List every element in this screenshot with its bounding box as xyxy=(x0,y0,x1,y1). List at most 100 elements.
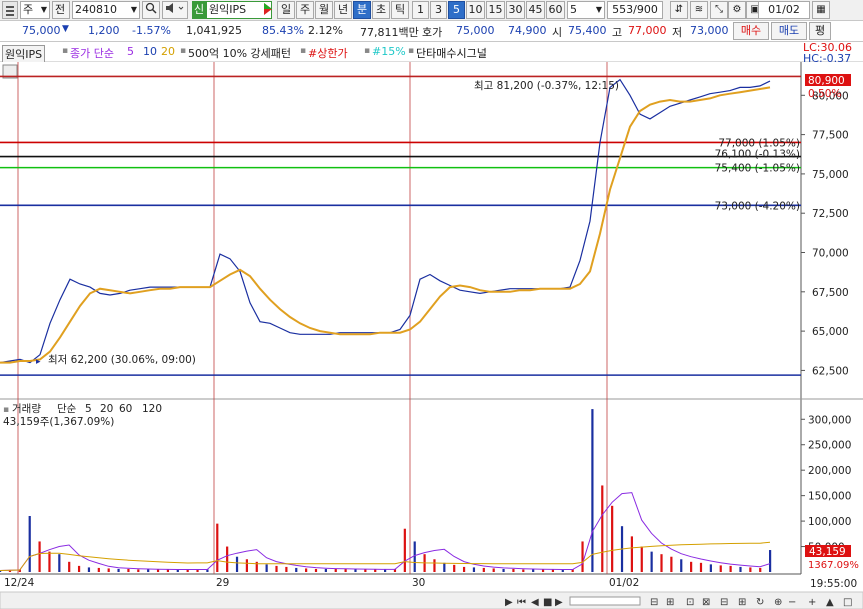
interval-select[interactable]: 5 ▼ xyxy=(567,1,605,19)
legend-square-icon: ▪ xyxy=(300,46,307,56)
volume-bar xyxy=(374,569,377,572)
search-icon[interactable] xyxy=(142,1,160,19)
volume-bar xyxy=(344,568,347,572)
period-tab-5[interactable]: 초 xyxy=(372,1,390,19)
legend-stock-name[interactable]: 원익IPS xyxy=(2,45,46,63)
sell-button[interactable]: 매도 xyxy=(771,22,807,40)
period-tab-0[interactable]: 일 xyxy=(277,1,295,19)
refresh-icon[interactable]: ⊕ xyxy=(774,597,782,608)
price-tick-label: 67,500 xyxy=(812,287,849,299)
zoom-area-icon[interactable]: ⊟ xyxy=(720,597,728,608)
volume-tick-label: 100,000 xyxy=(808,516,851,528)
scroll-next-icon[interactable]: ▶ xyxy=(555,597,563,608)
stock-code-input[interactable]: 240810 ▼ xyxy=(72,1,140,19)
period-tab-6[interactable]: 틱 xyxy=(391,1,409,19)
scroll-prev-icon[interactable]: ◀ xyxy=(531,597,539,608)
volume-bar xyxy=(769,550,772,572)
expand-icon[interactable]: ▲ xyxy=(826,597,834,608)
volume-bar xyxy=(443,562,446,572)
legend-signal-limit[interactable]: #상한가 xyxy=(308,45,348,61)
calendar-icon[interactable]: ▦ xyxy=(812,1,830,19)
speaker-icon[interactable] xyxy=(162,1,188,19)
zoom-all-icon[interactable]: ⊠ xyxy=(702,597,710,608)
zoom-fit-icon[interactable]: ⊡ xyxy=(686,597,694,608)
volume-bar xyxy=(749,567,752,572)
volume-bar xyxy=(97,567,100,572)
period-tab-4[interactable]: 분 xyxy=(353,1,371,19)
zoom-sel-icon[interactable]: ⊞ xyxy=(738,597,746,608)
date-field[interactable]: 01/02 xyxy=(758,1,810,19)
scroll-stop-icon[interactable]: ■ xyxy=(543,597,552,608)
volume-bar xyxy=(502,568,505,572)
buy-button[interactable]: 매수 xyxy=(733,22,769,40)
panel-menu-icon[interactable] xyxy=(2,1,18,19)
volume-bar xyxy=(334,568,337,572)
interval-tab-30[interactable]: 30 xyxy=(506,1,525,19)
legend-ma5[interactable]: 5 xyxy=(127,45,134,58)
volume-bar xyxy=(611,505,614,572)
interval-tab-1[interactable]: 1 xyxy=(412,1,429,19)
volume-bar xyxy=(295,567,298,572)
volume-bar xyxy=(630,536,633,572)
volume-ma120[interactable]: 120 xyxy=(142,403,162,415)
scroll-play-icon[interactable]: ▶ xyxy=(505,597,513,608)
volume-bar xyxy=(433,559,436,572)
zoom-box2-icon[interactable]: ⊞ xyxy=(666,597,674,608)
low-marker-icon: ▸ xyxy=(36,357,41,367)
volume-bar xyxy=(670,556,673,572)
eval-button[interactable]: 평 xyxy=(809,22,831,40)
interval-tab-3[interactable]: 3 xyxy=(430,1,447,19)
time-footer: 19:55:00 xyxy=(810,578,857,590)
legend-ma-label[interactable]: 종가 단순 xyxy=(70,45,114,61)
zoom-out-icon[interactable]: − xyxy=(788,597,796,608)
fullscreen-icon[interactable]: □ xyxy=(843,597,852,608)
overlay-icon[interactable]: ≋ xyxy=(690,1,708,19)
scale-icon[interactable]: ⤡ xyxy=(710,1,728,19)
legend-ma20[interactable]: 20 xyxy=(161,45,175,58)
legend-signal-buy[interactable]: 단타매수시그널 xyxy=(416,45,487,61)
market-type-select[interactable]: 주 ▼ xyxy=(20,1,50,19)
volume-bar xyxy=(709,564,712,572)
zoom-in-icon[interactable]: + xyxy=(808,597,816,608)
legend-ma10[interactable]: 10 xyxy=(143,45,157,58)
interval-tab-5[interactable]: 5 xyxy=(448,1,465,19)
period-tab-2[interactable]: 월 xyxy=(315,1,333,19)
volume-ma5[interactable]: 5 xyxy=(85,403,92,415)
down-arrow-icon: ▼ xyxy=(62,24,69,34)
volume-bar xyxy=(680,559,683,572)
exchange-toggle[interactable]: 전 xyxy=(52,1,70,19)
interval-tab-60[interactable]: 60 xyxy=(546,1,565,19)
chart-adjust-icon[interactable]: ⇵ xyxy=(670,1,688,19)
reset-icon[interactable]: ↻ xyxy=(756,597,764,608)
legend-signal-15[interactable]: #15% xyxy=(372,45,406,58)
volume-bar xyxy=(729,565,732,572)
legend-square-icon: ▪ xyxy=(408,46,415,56)
volume-ma60[interactable]: 60 xyxy=(119,403,132,415)
volume-bar xyxy=(127,568,130,572)
volume-ma-label[interactable]: 단순 xyxy=(57,403,77,415)
zoom-box-icon[interactable]: ⊟ xyxy=(650,597,658,608)
volume-bar xyxy=(324,568,327,572)
interval-tab-15[interactable]: 15 xyxy=(486,1,505,19)
period-tab-1[interactable]: 주 xyxy=(296,1,314,19)
legend-square-icon: ▪ xyxy=(3,405,9,415)
volume-current: 43,159주(1,367.09%) xyxy=(3,416,114,428)
chart-area[interactable]: 80,00077,50075,00072,50070,00067,50065,0… xyxy=(0,62,863,609)
price-tick-label: 70,000 xyxy=(812,248,849,260)
interval-tab-45[interactable]: 45 xyxy=(526,1,545,19)
interval-tab-10[interactable]: 10 xyxy=(466,1,485,19)
indicator-legend: 원익IPS ▪ 종가 단순 5 10 20 ▪ 500억 10% 강세패턴 ▪ … xyxy=(0,41,863,65)
volume-bar xyxy=(305,568,308,572)
top-toolbar: 주 ▼ 전 240810 ▼ 신 원익IPS 일주월년분초틱 1 3 5 10 15 30 45… xyxy=(0,0,863,21)
volume-ma20[interactable]: 20 xyxy=(100,403,113,415)
period-tab-3[interactable]: 년 xyxy=(334,1,352,19)
volume-title[interactable]: 거래량 xyxy=(12,403,41,415)
volume-bar xyxy=(68,561,71,572)
settings-icon[interactable]: ⚙ xyxy=(728,1,746,19)
scroll-track[interactable] xyxy=(569,596,641,606)
volume-bar xyxy=(28,516,31,572)
volume-tick-label: 300,000 xyxy=(808,414,851,426)
legend-signal-strong[interactable]: 500억 10% 강세패턴 xyxy=(188,45,291,61)
low-label: 저 xyxy=(672,26,683,39)
scroll-first-icon[interactable]: ⏮ xyxy=(517,597,526,608)
